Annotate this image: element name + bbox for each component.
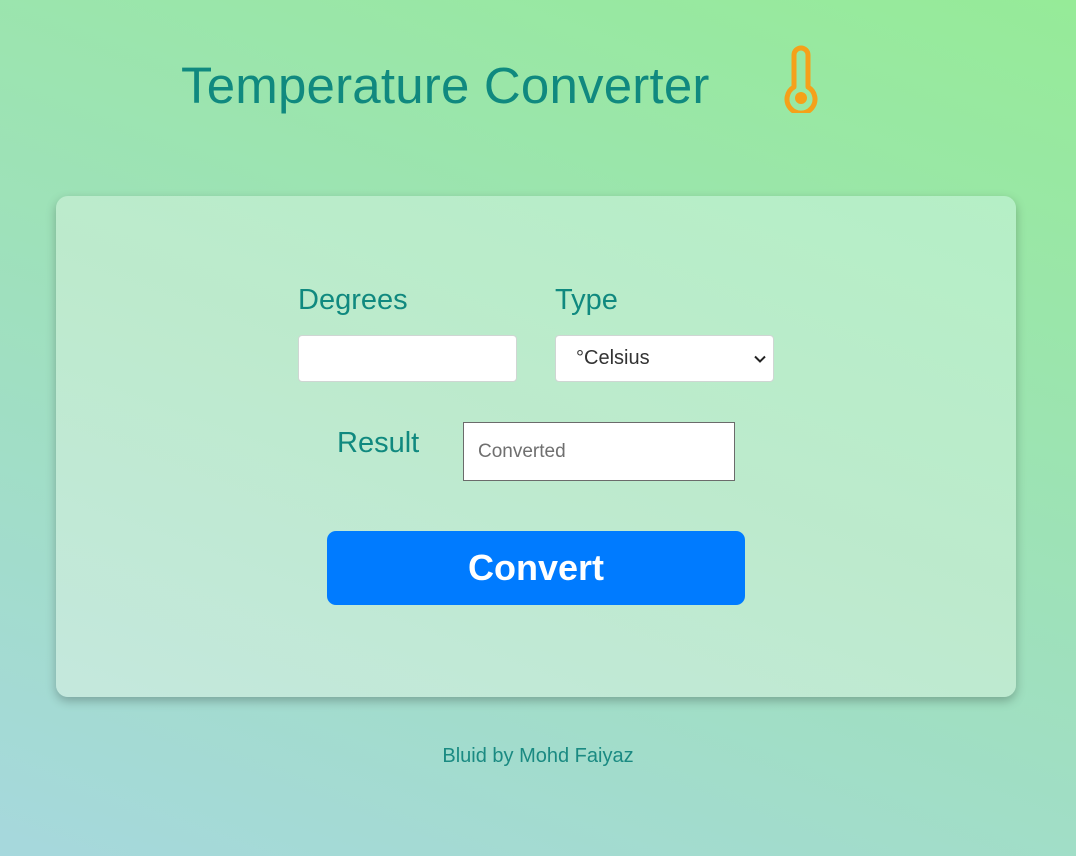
footer-credit: Bluid by Mohd Faiyaz bbox=[442, 745, 634, 767]
type-label: Type bbox=[555, 284, 618, 316]
type-select[interactable]: °Celsius bbox=[555, 335, 774, 382]
convert-button[interactable]: Convert bbox=[327, 531, 745, 605]
degrees-label: Degrees bbox=[298, 284, 408, 316]
thermometer-icon bbox=[784, 45, 818, 113]
degrees-input[interactable] bbox=[298, 335, 517, 382]
converter-card: Degrees Type °Celsius Result Convert bbox=[56, 196, 1016, 697]
type-selected-value: °Celsius bbox=[576, 347, 650, 369]
result-label: Result bbox=[337, 427, 420, 459]
page-title: Temperature Converter bbox=[181, 57, 710, 114]
result-input[interactable] bbox=[463, 422, 735, 481]
chevron-down-icon bbox=[754, 355, 766, 363]
